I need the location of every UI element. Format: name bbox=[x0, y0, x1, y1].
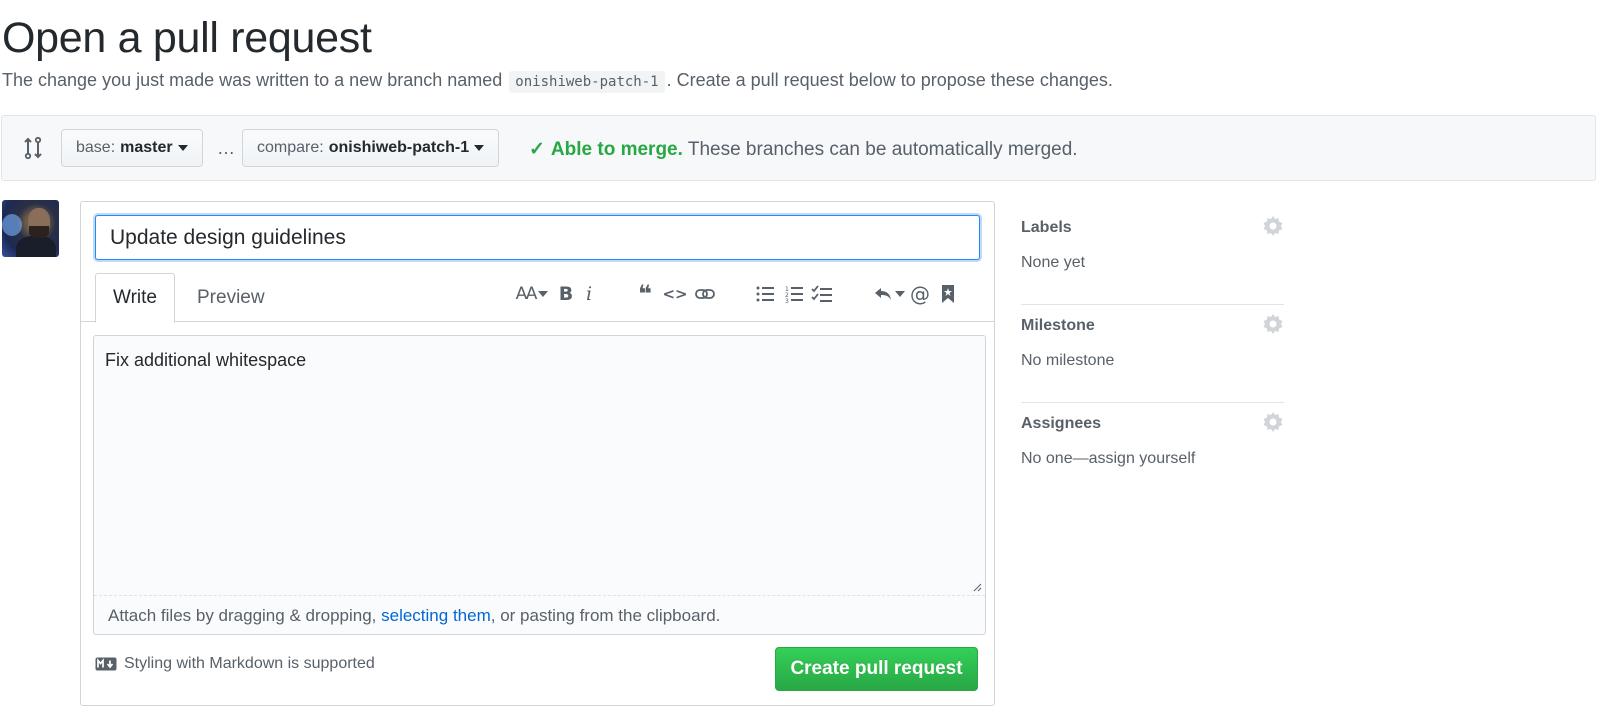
avatar-glow bbox=[2, 214, 22, 236]
reply-icon[interactable] bbox=[873, 281, 905, 307]
create-pull-request-button[interactable]: Create pull request bbox=[775, 647, 978, 691]
base-branch-name: master bbox=[120, 139, 173, 156]
compare-arrows-icon bbox=[24, 136, 42, 160]
gear-icon[interactable] bbox=[1262, 215, 1284, 237]
editor-tabs: Write Preview AA B i ❝ <> 123 @ bbox=[81, 273, 994, 323]
range-editor: base: master … compare: onishiweb-patch-… bbox=[1, 115, 1596, 181]
avatar-beard bbox=[29, 226, 49, 238]
pull-request-form: Write Preview AA B i ❝ <> 123 @ Fix addi… bbox=[80, 201, 995, 706]
compare-branch-name: onishiweb-patch-1 bbox=[328, 139, 470, 156]
sidebar-heading-assignees: Assignees bbox=[1021, 415, 1102, 432]
quote-icon[interactable]: ❝ bbox=[633, 280, 657, 308]
tab-write[interactable]: Write bbox=[95, 273, 175, 323]
chevron-down-icon bbox=[895, 291, 905, 297]
mention-icon[interactable]: @ bbox=[908, 281, 932, 307]
intro-before: The change you just made was written to … bbox=[2, 70, 508, 90]
saved-replies-icon[interactable] bbox=[936, 281, 960, 307]
compare-prefix: compare: bbox=[257, 139, 324, 156]
markdown-note[interactable]: Styling with Markdown is supported bbox=[95, 655, 375, 673]
sidebar-value-labels: None yet bbox=[1021, 254, 1086, 271]
tab-preview[interactable]: Preview bbox=[179, 273, 283, 322]
code-icon[interactable]: <> bbox=[662, 281, 687, 307]
italic-icon[interactable]: i bbox=[577, 281, 601, 307]
chevron-down-icon bbox=[177, 145, 188, 151]
merge-status: ✓ Able to merge. These branches can be au… bbox=[529, 138, 1078, 161]
sidebar-heading-labels: Labels bbox=[1021, 219, 1072, 236]
intro-after: . Create a pull request below to propose… bbox=[666, 70, 1113, 90]
avatar[interactable] bbox=[2, 200, 59, 257]
attach-before: Attach files by dragging & dropping, bbox=[108, 606, 382, 625]
title-input[interactable] bbox=[95, 215, 980, 260]
sidebar-value-assignees[interactable]: No one—assign yourself bbox=[1021, 450, 1195, 468]
markdown-note-label: Styling with Markdown is supported bbox=[124, 655, 375, 672]
merge-status-label: Able to merge. bbox=[550, 139, 683, 160]
comment-body-textarea[interactable]: Fix additional whitespace bbox=[94, 336, 985, 595]
check-icon: ✓ bbox=[529, 139, 545, 160]
header-text-label: AA bbox=[515, 284, 538, 304]
attach-after: , or pasting from the clipboard. bbox=[490, 606, 721, 625]
merge-status-detail: These branches can be automatically merg… bbox=[682, 139, 1078, 160]
gear-icon[interactable] bbox=[1262, 411, 1284, 433]
file-attach-hint[interactable]: Attach files by dragging & dropping, sel… bbox=[94, 595, 985, 634]
chevron-down-icon bbox=[474, 145, 485, 151]
intro-text: The change you just made was written to … bbox=[2, 70, 1113, 93]
sidebar-value-milestone: No milestone bbox=[1021, 352, 1115, 369]
markdown-icon bbox=[95, 657, 117, 671]
range-separator: … bbox=[217, 138, 235, 158]
sidebar-labels: Labels None yet bbox=[1021, 207, 1284, 305]
task-list-icon[interactable] bbox=[810, 281, 834, 307]
bold-icon[interactable]: B bbox=[554, 281, 578, 307]
discussion-sidebar: Labels None yet Milestone No milestone A… bbox=[1021, 207, 1284, 501]
link-icon[interactable] bbox=[693, 281, 717, 307]
sidebar-assignees: Assignees No one—assign yourself bbox=[1021, 403, 1284, 501]
branch-name-code: onishiweb-patch-1 bbox=[509, 71, 665, 93]
base-prefix: base: bbox=[76, 139, 116, 156]
select-files-link[interactable]: selecting them bbox=[381, 606, 491, 625]
sidebar-heading-milestone: Milestone bbox=[1021, 317, 1095, 334]
ordered-list-icon[interactable]: 123 bbox=[782, 281, 806, 307]
comment-editor: Fix additional whitespace Attach files b… bbox=[93, 335, 986, 635]
base-branch-button[interactable]: base: master bbox=[61, 129, 203, 167]
unordered-list-icon[interactable] bbox=[753, 281, 777, 307]
page-title: Open a pull request bbox=[2, 14, 372, 62]
resize-handle-icon[interactable] bbox=[972, 582, 982, 592]
compare-branch-button[interactable]: compare: onishiweb-patch-1 bbox=[242, 129, 500, 167]
chevron-down-icon bbox=[538, 291, 549, 297]
svg-text:3: 3 bbox=[785, 298, 789, 303]
avatar-body bbox=[16, 236, 56, 257]
header-text-icon[interactable]: AA bbox=[514, 281, 550, 307]
gear-icon[interactable] bbox=[1262, 313, 1284, 335]
sidebar-milestone: Milestone No milestone bbox=[1021, 305, 1284, 403]
